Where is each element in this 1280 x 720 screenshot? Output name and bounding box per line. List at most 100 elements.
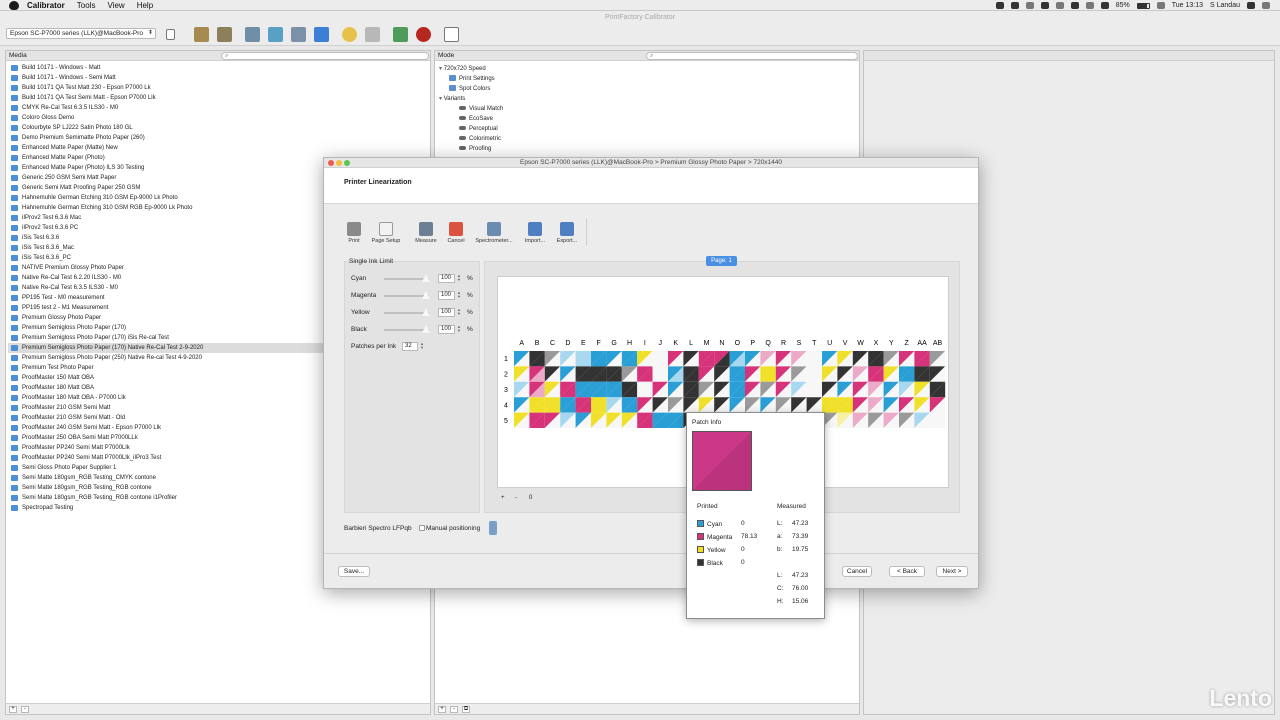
target-patch[interactable]	[621, 412, 638, 428]
profile-icon[interactable]	[342, 27, 357, 42]
target-patch[interactable]	[652, 351, 668, 367]
cyan-slider-thumb[interactable]	[422, 274, 430, 282]
target-patch[interactable]	[714, 366, 730, 382]
target-patch[interactable]	[729, 381, 745, 398]
target-patch[interactable]	[929, 366, 946, 382]
target-patch[interactable]	[914, 397, 930, 413]
target-patch[interactable]	[714, 351, 730, 367]
mode-tree-item[interactable]: Spot Colors	[449, 84, 490, 94]
control-center-icon[interactable]	[1262, 2, 1270, 9]
minimize-window-icon[interactable]	[336, 160, 342, 166]
black-slider-thumb[interactable]	[422, 325, 430, 333]
target-patch[interactable]	[575, 397, 591, 413]
target-patch[interactable]	[822, 366, 838, 382]
target-patch[interactable]	[637, 397, 653, 413]
target-patch[interactable]	[929, 351, 946, 367]
apple-menu-icon[interactable]	[9, 0, 19, 10]
target-patch[interactable]	[852, 366, 869, 382]
target-patch[interactable]	[899, 412, 915, 428]
target-patch[interactable]	[914, 381, 930, 398]
media-list-item[interactable]: Colourbyte SP LJ222 Satin Photo 180 GL	[8, 123, 428, 133]
target-patch[interactable]	[668, 397, 684, 413]
print-icon[interactable]	[268, 27, 283, 42]
battery-icon[interactable]	[1136, 2, 1150, 9]
patches-per-ink-stepper[interactable]: ▲ ▼	[420, 342, 424, 351]
target-patch[interactable]	[591, 366, 607, 382]
target-patch[interactable]	[868, 381, 884, 398]
target-patch[interactable]	[621, 381, 638, 398]
spotlight-icon[interactable]	[1247, 2, 1255, 9]
target-patch[interactable]	[529, 351, 545, 367]
target-patch[interactable]	[914, 366, 930, 382]
magenta-limit-input[interactable]: 100	[438, 291, 455, 300]
target-patch[interactable]	[837, 381, 853, 398]
info-icon[interactable]	[444, 27, 459, 42]
status-dropbox-icon[interactable]	[1040, 2, 1049, 9]
target-patch[interactable]	[544, 366, 561, 382]
clock[interactable]: Tue 13:13	[1172, 2, 1203, 9]
target-patch[interactable]	[899, 366, 915, 382]
target-patch[interactable]	[745, 381, 761, 398]
target-patch[interactable]	[791, 397, 807, 413]
target-patch[interactable]	[745, 351, 761, 367]
mode-tree-item[interactable]: Perceptual	[459, 124, 498, 134]
zoom-reset-button[interactable]: 0	[529, 495, 532, 501]
mode-tree-item[interactable]: ▾ Variants	[439, 94, 465, 104]
target-patch[interactable]	[514, 366, 530, 382]
add-mode-button[interactable]: +	[438, 706, 446, 713]
media-list-item[interactable]: Build 10171 QA Test Semi Matt - Epson P7…	[8, 93, 428, 103]
target-patch[interactable]	[621, 397, 638, 413]
target-patch[interactable]	[591, 381, 607, 398]
target-patch[interactable]	[775, 397, 792, 413]
target-patch[interactable]	[760, 381, 776, 398]
export-icon[interactable]	[393, 27, 408, 42]
target-patch[interactable]	[775, 351, 792, 367]
target-patch[interactable]	[791, 351, 807, 367]
target-patch[interactable]	[560, 381, 576, 398]
target-patch[interactable]	[775, 366, 792, 382]
target-patch[interactable]	[760, 351, 776, 367]
media-list-item[interactable]: Demo Premium Semimatte Photo Paper (260)	[8, 133, 428, 143]
target-patch[interactable]	[591, 351, 607, 367]
target-patch[interactable]	[606, 351, 622, 367]
target-patch[interactable]	[621, 366, 638, 382]
cyan-slider[interactable]	[384, 274, 431, 284]
target-patch[interactable]	[729, 351, 745, 367]
target-patch[interactable]	[852, 397, 869, 413]
target-patch[interactable]	[683, 381, 699, 398]
yellow-limit-stepper[interactable]: ▲ ▼	[457, 308, 461, 317]
page-setup-tool-button[interactable]: Page Setup	[370, 222, 402, 244]
yellow-limit-input[interactable]: 100	[438, 308, 455, 317]
target-patch[interactable]	[529, 397, 545, 413]
target-patch[interactable]	[668, 351, 684, 367]
user-name[interactable]: S Landau	[1210, 2, 1240, 9]
media-list-item[interactable]: Build 10171 - Windows - Semi Matt	[8, 73, 428, 83]
spectrometer-tool-button[interactable]: Spectrometer...	[475, 222, 513, 244]
mode-tree-item[interactable]: Colorimetric	[459, 134, 501, 144]
target-patch[interactable]	[714, 397, 730, 413]
zoom-in-button[interactable]: +	[501, 495, 505, 501]
target-patch[interactable]	[852, 381, 869, 398]
target-patch[interactable]	[822, 397, 838, 413]
cyan-limit-input[interactable]: 100	[438, 274, 455, 283]
target-patch[interactable]	[683, 397, 699, 413]
target-patch[interactable]	[514, 412, 530, 428]
target-patch[interactable]	[899, 351, 915, 367]
cancel-button[interactable]: Cancel	[842, 566, 872, 577]
print-tool-button[interactable]: Print	[346, 222, 362, 244]
target-patch[interactable]	[806, 381, 822, 398]
target-patch[interactable]	[529, 412, 545, 428]
target-patch[interactable]	[760, 366, 776, 382]
target-patch[interactable]	[637, 366, 653, 382]
back-button[interactable]: < Back	[889, 566, 925, 577]
patches-per-ink-input[interactable]: 32	[402, 342, 418, 351]
menu-app[interactable]: Calibrator	[27, 1, 65, 10]
target-patch[interactable]	[606, 366, 622, 382]
target-patch[interactable]	[745, 397, 761, 413]
target-patch[interactable]	[883, 381, 899, 398]
measure-tool-button[interactable]: Measure	[414, 222, 438, 244]
printer-settings-icon[interactable]	[245, 27, 260, 42]
target-patch[interactable]	[852, 412, 869, 428]
remove-mode-button[interactable]: -	[450, 706, 458, 713]
target-patch[interactable]	[544, 351, 561, 367]
